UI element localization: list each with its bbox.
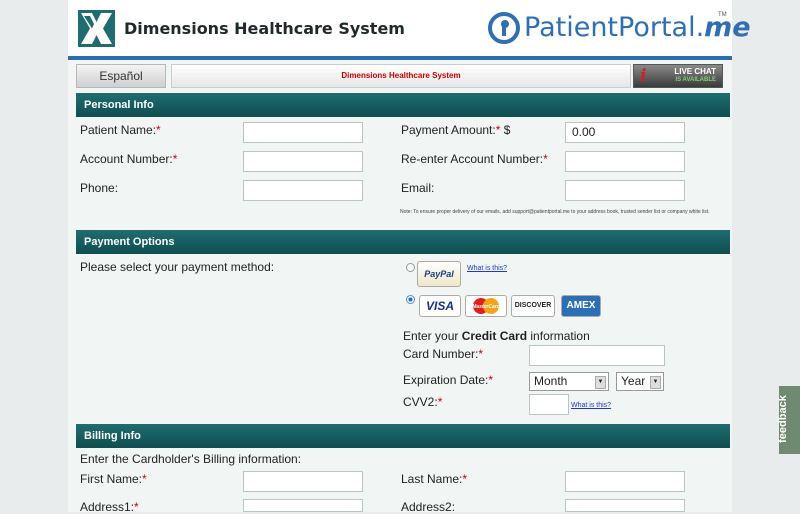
portal-suffix: me: [704, 12, 751, 43]
patient-name-label: Patient Name:*: [80, 123, 161, 137]
mastercard-icon: MasterCard: [465, 295, 507, 317]
reenter-account-input[interactable]: [565, 151, 685, 172]
organization-bar: Dimensions Healthcare System: [171, 64, 631, 88]
address1-input[interactable]: [243, 499, 363, 512]
info-icon: i: [640, 66, 647, 86]
patientportal-logo[interactable]: PatientPortal.me TM: [488, 10, 751, 46]
credit-card-radio[interactable]: [406, 295, 415, 304]
reenter-account-label: Re-enter Account Number:*: [401, 152, 548, 166]
section-payment-options: Payment Options: [76, 230, 730, 254]
paypal-radio[interactable]: [406, 263, 415, 272]
last-name-label: Last Name:*: [401, 472, 468, 486]
paypal-what-is-this-link[interactable]: What is this?: [467, 265, 507, 272]
portal-logo-icon: [488, 12, 520, 44]
section-personal-info: Personal Info: [76, 93, 730, 117]
mastercard-circles-icon: MasterCard: [472, 298, 501, 314]
email-note: Note: To ensure proper delivery of our e…: [400, 209, 710, 215]
cvv-label: CVV2:*: [403, 395, 443, 409]
account-number-label: Account Number:*: [80, 152, 178, 166]
paypal-logo: PayPal: [417, 261, 461, 287]
top-bar: Español Dimensions Healthcare System i L…: [76, 64, 724, 88]
section-billing-info: Billing Info: [76, 424, 730, 448]
expiration-month-select[interactable]: Month ▼: [529, 372, 609, 391]
chat-status: is available: [675, 77, 716, 83]
live-chat-button[interactable]: i Live Chat is available: [633, 64, 723, 88]
cvv-what-is-this-link[interactable]: What is this?: [571, 402, 611, 409]
portal-name: PatientPortal.me: [524, 12, 751, 43]
dimensions-logo-icon: [78, 10, 115, 47]
address2-input[interactable]: [565, 499, 685, 512]
last-name-input[interactable]: [565, 471, 685, 492]
amex-card-icon: AMEX: [561, 295, 601, 317]
cvv-input[interactable]: [529, 394, 569, 415]
dropdown-arrow-icon: ▼: [595, 376, 606, 389]
language-button[interactable]: Español: [76, 64, 166, 88]
email-input[interactable]: [565, 180, 685, 201]
brand-name: Dimensions Healthcare System: [124, 19, 405, 38]
email-label: Email:: [401, 181, 435, 195]
credit-card-instructions: Enter your Credit Card information: [403, 329, 590, 343]
phone-label: Phone:: [80, 181, 119, 195]
expiration-date-label: Expiration Date:*: [403, 373, 494, 387]
phone-input[interactable]: [243, 180, 363, 201]
first-name-label: First Name:*: [80, 472, 147, 486]
feedback-tab[interactable]: feedback: [777, 386, 800, 454]
page: Dimensions Healthcare System PatientPort…: [68, 0, 751, 514]
visa-card-icon: VISA: [419, 295, 461, 317]
header: Dimensions Healthcare System PatientPort…: [68, 0, 751, 60]
dropdown-arrow-icon: ▼: [650, 376, 661, 389]
card-number-input[interactable]: [529, 345, 665, 366]
billing-prompt: Enter the Cardholder's Billing informati…: [80, 452, 302, 466]
live-chat-label: Live Chat: [674, 67, 716, 76]
patient-name-input[interactable]: [243, 122, 363, 143]
payment-amount-input[interactable]: 0.00: [565, 122, 685, 143]
trademark: TM: [718, 12, 727, 18]
card-number-label: Card Number:*: [403, 347, 484, 361]
payment-amount-label: Payment Amount:* $: [401, 123, 511, 137]
mastercard-text: MasterCard: [472, 304, 500, 310]
expiration-year-select[interactable]: Year ▼: [616, 372, 664, 391]
first-name-input[interactable]: [243, 471, 363, 492]
payment-method-prompt: Please select your payment method:: [80, 260, 275, 274]
account-number-input[interactable]: [243, 151, 363, 172]
discover-card-icon: DISCOVER: [511, 295, 555, 317]
